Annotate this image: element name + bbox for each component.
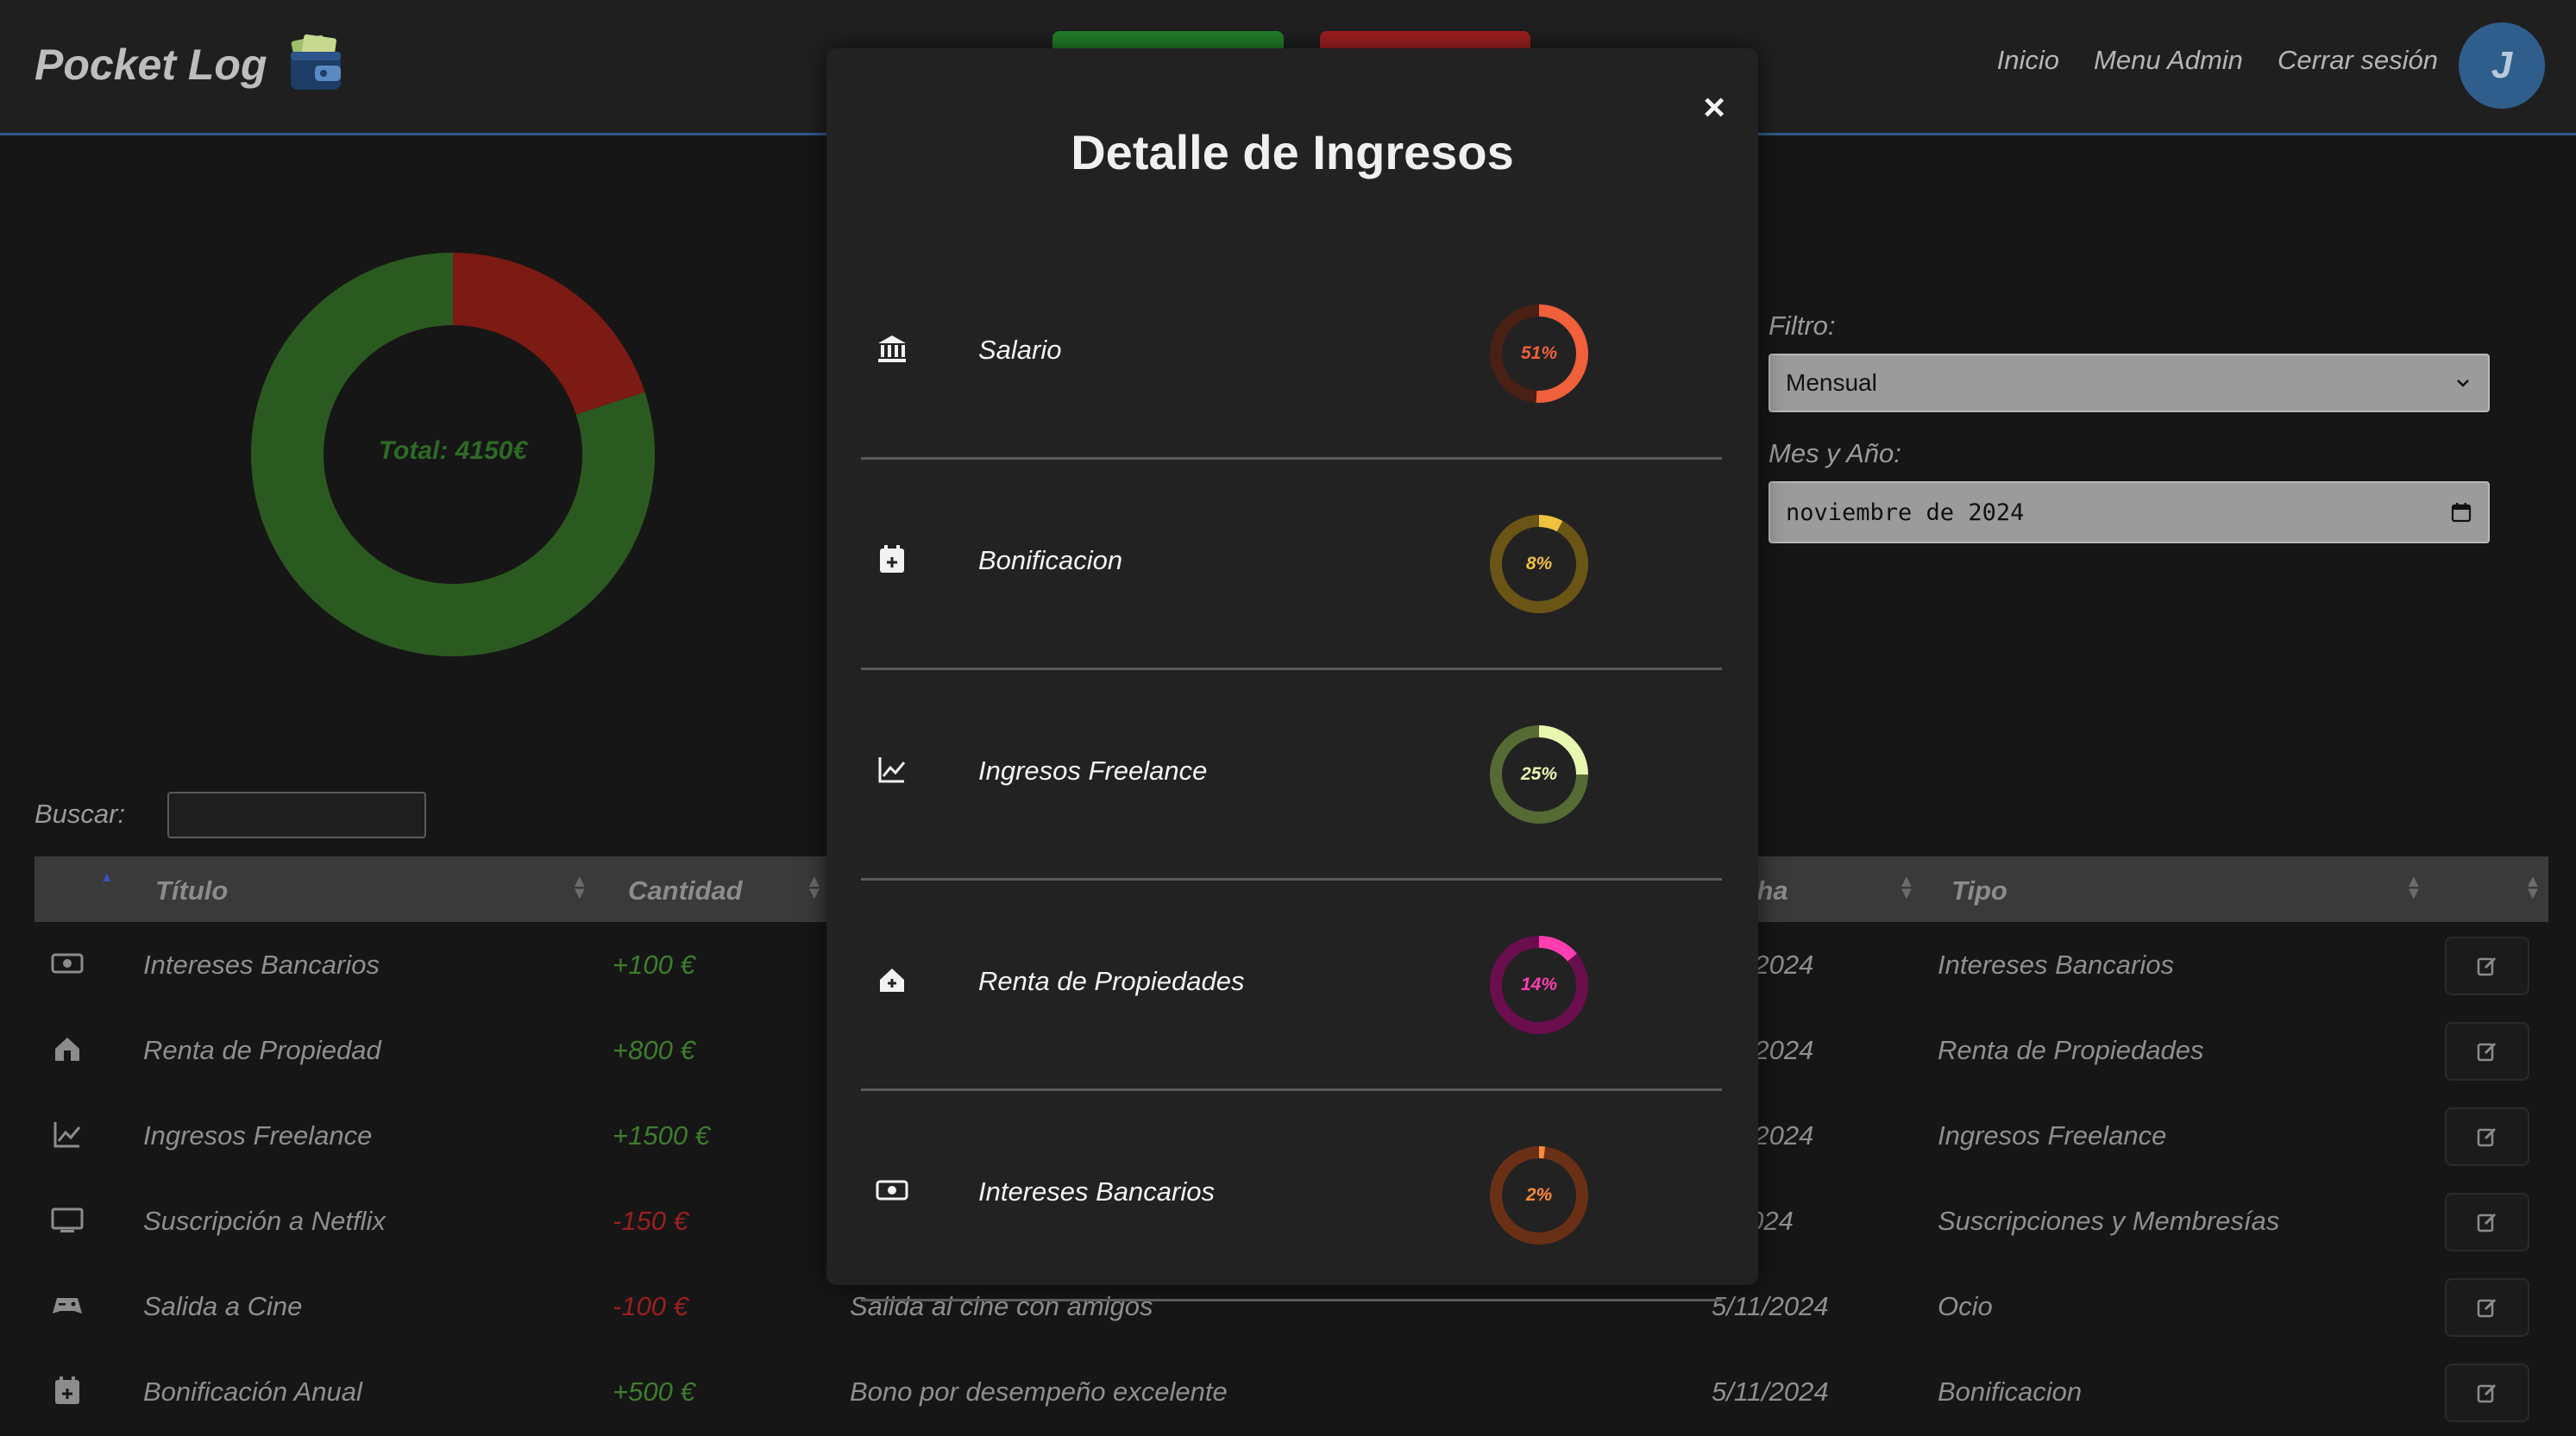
row-amount: -100 € — [613, 1291, 688, 1322]
row-amount: -150 € — [613, 1206, 688, 1237]
progress-ring-label: 8% — [1526, 554, 1553, 574]
progress-ring-fill — [1539, 521, 1560, 526]
brand[interactable]: Pocket Log — [35, 34, 346, 95]
summary-total: Total: 4150€ — [250, 436, 656, 466]
nav-inicio-link[interactable]: Inicio — [1997, 45, 2059, 76]
income-item: Ingresos Freelance 25% — [861, 668, 1722, 881]
income-item-label: Ingresos Freelance — [978, 756, 1207, 787]
row-amount: +800 € — [613, 1035, 695, 1066]
row-type: Ingresos Freelance — [1938, 1120, 2166, 1151]
filter-select[interactable]: Mensual — [1769, 354, 2490, 412]
header-tipo[interactable]: Tipo — [1951, 875, 2007, 906]
progress-ring-fill — [1539, 942, 1573, 957]
row-title: Suscripción a Netflix — [143, 1206, 386, 1237]
sort-tipo-icon[interactable]: ▲▼ — [2405, 875, 2422, 900]
calendar-icon[interactable] — [2450, 501, 2472, 524]
filter-label: Filtro: — [1769, 310, 2490, 342]
sort-asc-icon[interactable]: ▲ — [100, 870, 114, 886]
calendar-plus-icon — [875, 542, 909, 576]
edit-button[interactable] — [2445, 937, 2529, 995]
edit-icon — [2475, 954, 2499, 978]
edit-icon — [2475, 1295, 2499, 1320]
edit-button[interactable] — [2445, 1022, 2529, 1081]
row-amount: +500 € — [613, 1376, 695, 1408]
income-item-progress-ring: 14% — [1486, 931, 1593, 1038]
edit-icon — [2475, 1125, 2499, 1149]
edit-icon — [2475, 1210, 2499, 1234]
row-date: 5/11/2024 — [1712, 1291, 1829, 1322]
avatar[interactable]: J — [2459, 22, 2545, 109]
modal-title: Detalle de Ingresos — [826, 124, 1758, 180]
row-type: Bonificacion — [1938, 1376, 2082, 1408]
sort-cantidad-icon[interactable]: ▲▼ — [806, 875, 823, 900]
income-item-label: Renta de Propiedades — [978, 966, 1245, 997]
sort-titulo-icon[interactable]: ▲▼ — [571, 875, 588, 900]
progress-ring-label: 51% — [1521, 343, 1557, 363]
row-title: Salida a Cine — [143, 1291, 302, 1322]
income-item: Intereses Bancarios 2% — [861, 1088, 1722, 1301]
row-description: Bono por desempeño excelente — [850, 1376, 1228, 1408]
income-item-progress-ring: 8% — [1486, 511, 1593, 618]
calendar-plus-icon — [50, 1373, 85, 1408]
nav-logout-link[interactable]: Cerrar sesión — [2278, 45, 2438, 76]
row-type: Renta de Propiedades — [1938, 1035, 2204, 1066]
chart-line-icon — [875, 752, 909, 787]
filters-panel: Filtro: Mensual Mes y Año: noviembre de … — [1769, 310, 2490, 569]
chart-line-icon — [50, 1117, 85, 1151]
row-type: Ocio — [1938, 1291, 1993, 1322]
month-label: Mes y Año: — [1769, 438, 2490, 469]
chevron-down-icon — [2453, 373, 2472, 392]
nav-menu-admin-link[interactable]: Menu Admin — [2094, 45, 2243, 76]
edit-icon — [2475, 1381, 2499, 1405]
row-date: 5/11/2024 — [1712, 1376, 1829, 1408]
income-item: Renta de Propiedades 14% — [861, 878, 1722, 1091]
tv-icon — [50, 1202, 85, 1237]
close-icon[interactable]: × — [1703, 86, 1725, 129]
search-label: Buscar: — [35, 799, 125, 830]
income-item-progress-ring: 51% — [1486, 300, 1593, 407]
gamepad-icon — [50, 1288, 85, 1322]
bank-icon — [875, 331, 909, 366]
sort-fecha-icon[interactable]: ▲▼ — [1898, 875, 1915, 900]
house-icon — [50, 1032, 85, 1066]
brand-title: Pocket Log — [35, 40, 267, 90]
income-item-progress-ring: 2% — [1486, 1142, 1593, 1249]
edit-icon — [2475, 1039, 2499, 1063]
edit-button[interactable] — [2445, 1278, 2529, 1337]
header-titulo[interactable]: Título — [155, 875, 228, 906]
house-icon — [875, 963, 909, 997]
wallet-logo-icon — [286, 34, 346, 95]
income-item-progress-ring: 25% — [1486, 721, 1593, 828]
money-icon — [50, 946, 85, 981]
progress-ring-label: 2% — [1525, 1185, 1553, 1205]
income-item-label: Bonificacion — [978, 545, 1122, 576]
income-item: Bonificacion 8% — [861, 457, 1722, 670]
row-type: Intereses Bancarios — [1938, 950, 2174, 981]
edit-button[interactable] — [2445, 1193, 2529, 1251]
edit-button[interactable] — [2445, 1364, 2529, 1422]
row-amount: +100 € — [613, 950, 695, 981]
row-title: Ingresos Freelance — [143, 1120, 372, 1151]
income-item-label: Intereses Bancarios — [978, 1176, 1215, 1207]
row-type: Suscripciones y Membresías — [1938, 1206, 2279, 1237]
row-amount: +1500 € — [613, 1120, 710, 1151]
row-title: Intereses Bancarios — [143, 950, 380, 981]
header-cantidad[interactable]: Cantidad — [628, 875, 743, 906]
month-input-value: noviembre de 2024 — [1786, 499, 2024, 526]
row-title: Bonificación Anual — [143, 1376, 362, 1408]
income-item: Salario 51% — [861, 247, 1722, 460]
progress-ring-label: 25% — [1520, 764, 1557, 784]
money-icon — [875, 1173, 909, 1207]
donut-slice-expenses — [453, 289, 611, 404]
table-row: Bonificación Anual +500 € Bono por desem… — [35, 1351, 2548, 1436]
filter-select-value: Mensual — [1786, 369, 1877, 397]
income-detail-modal: × Detalle de Ingresos Salario 51% Bonifi… — [826, 48, 1758, 1285]
edit-button[interactable] — [2445, 1107, 2529, 1166]
row-title: Renta de Propiedad — [143, 1035, 381, 1066]
month-input[interactable]: noviembre de 2024 — [1769, 481, 2490, 543]
progress-ring-label: 14% — [1521, 975, 1557, 994]
sort-actions-icon[interactable]: ▲▼ — [2524, 875, 2541, 900]
search-input[interactable] — [167, 792, 426, 838]
income-item-label: Salario — [978, 335, 1062, 366]
